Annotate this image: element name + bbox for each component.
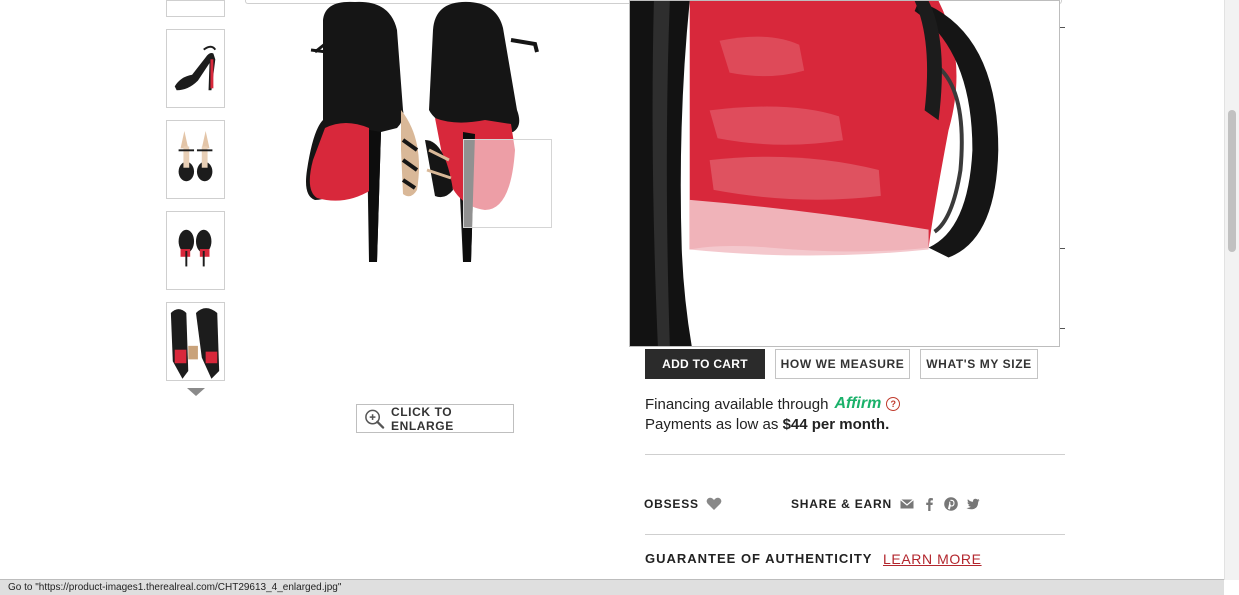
facebook-icon[interactable]: [922, 497, 936, 511]
pinterest-icon[interactable]: [944, 497, 958, 511]
section-divider: [645, 534, 1065, 535]
thumbnail-partial[interactable]: [166, 0, 225, 17]
whats-my-size-button[interactable]: WHAT'S MY SIZE: [920, 349, 1038, 379]
guarantee-of-authenticity-heading: GUARANTEE OF AUTHENTICITY: [645, 551, 873, 566]
thumbnail-back-view[interactable]: [166, 211, 225, 290]
obsess-button[interactable]: OBSESS: [644, 497, 722, 511]
zoom-lens-overlay[interactable]: [463, 139, 552, 228]
thumbnail-side-view[interactable]: [166, 29, 225, 108]
section-divider: [645, 454, 1065, 455]
zoom-in-icon: [365, 409, 385, 429]
obsess-label: OBSESS: [644, 497, 699, 511]
heart-icon: [706, 497, 722, 510]
browser-status-bar: Go to "https://product-images1.therealre…: [0, 579, 1224, 595]
mail-icon[interactable]: [900, 497, 914, 511]
shoe-front-image: [167, 121, 224, 198]
financing-line: Financing available through Affirm ?: [645, 395, 901, 413]
share-label: SHARE & EARN: [791, 497, 892, 511]
scrollbar-thumb[interactable]: [1228, 110, 1236, 252]
financing-text: Financing available through: [645, 395, 829, 413]
divider-tick: [1060, 328, 1065, 329]
shoe-closeup-image: [167, 303, 224, 380]
add-to-cart-button[interactable]: ADD TO CART: [645, 349, 765, 379]
divider-tick: [1060, 27, 1065, 28]
payment-amount: $44 per month.: [782, 416, 890, 433]
click-to-enlarge-label: CLICK TO ENLARGE: [390, 404, 454, 433]
twitter-icon[interactable]: [966, 497, 980, 511]
shoe-side-image: [167, 30, 224, 107]
thumbnail-front-view[interactable]: [166, 120, 225, 199]
learn-more-link[interactable]: LEARN MORE: [883, 551, 982, 567]
payments-text: Payments as low as: [645, 416, 779, 433]
shoe-back-image: [167, 212, 224, 289]
click-to-enlarge-button[interactable]: CLICK TO ENLARGE: [356, 404, 514, 433]
thumbnail-closeup-view[interactable]: [166, 302, 225, 381]
divider-tick: [1060, 248, 1065, 249]
thumbnails-next-arrow-icon[interactable]: [187, 388, 205, 396]
share-and-earn: SHARE & EARN: [791, 497, 980, 511]
zoomed-sole-image: [630, 1, 1059, 346]
vertical-scrollbar[interactable]: [1224, 0, 1239, 580]
financing-help-icon[interactable]: ?: [886, 397, 901, 411]
zoomed-image-panel: [629, 0, 1060, 347]
payments-line: Payments as low as $44 per month.: [645, 416, 889, 433]
how-we-measure-button[interactable]: HOW WE MEASURE: [775, 349, 910, 379]
affirm-logo: Affirm: [834, 395, 882, 412]
